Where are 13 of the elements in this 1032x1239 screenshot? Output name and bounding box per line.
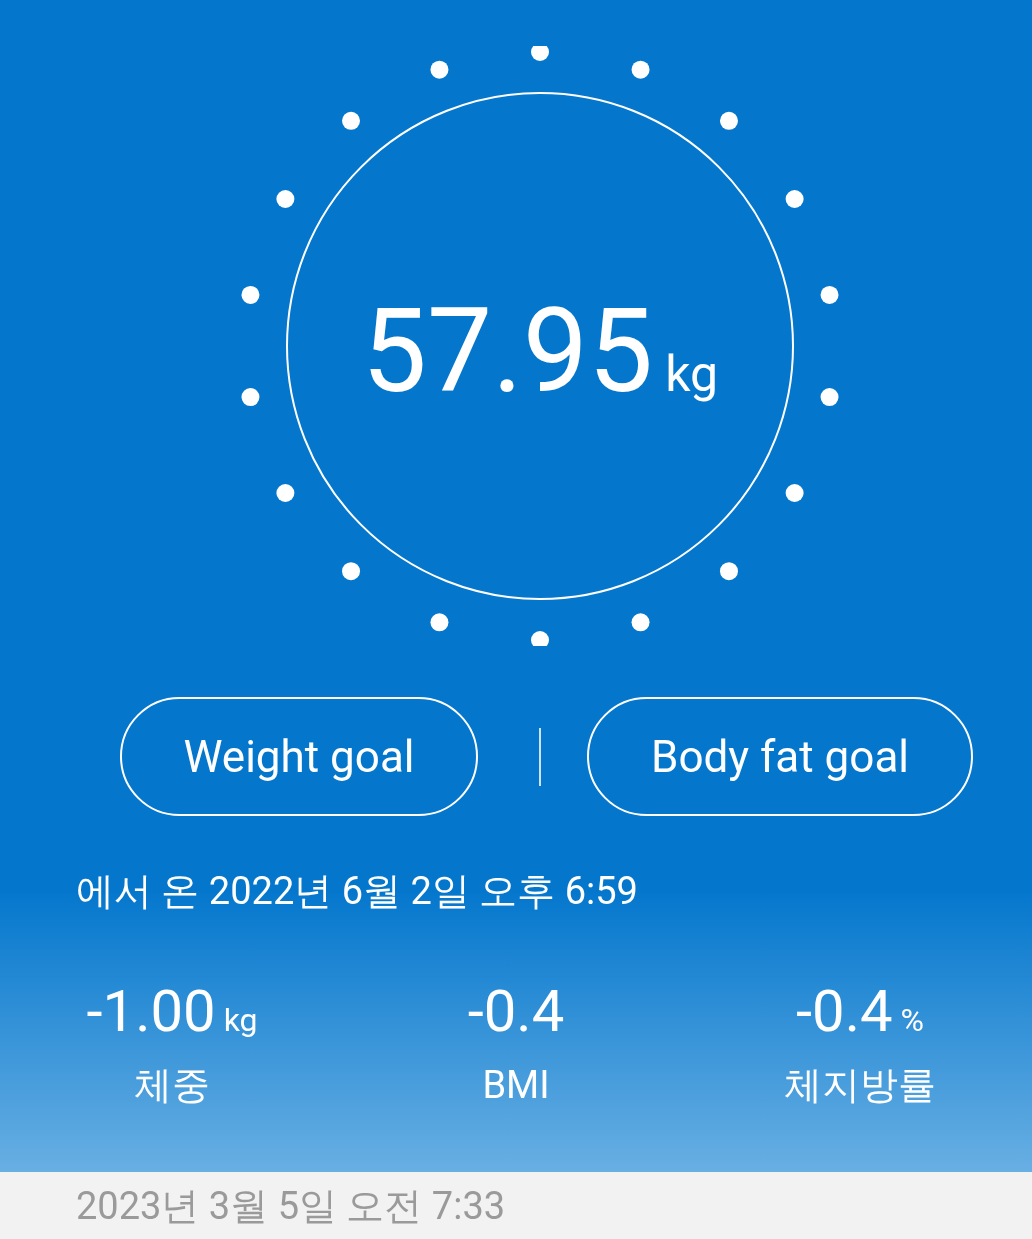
stat-value: -0.4 xyxy=(467,981,565,1040)
weight-goal-button[interactable]: Weight goal xyxy=(120,697,478,816)
stat-value: -0.4 xyxy=(796,981,893,1040)
stat-unit: % xyxy=(900,1003,924,1036)
stat-label: 체지방률 xyxy=(784,1061,936,1109)
body-fat-goal-button[interactable]: Body fat goal xyxy=(587,697,973,816)
measurement-source-time: 에서 온 2022년 6월 2일 오후 6:59 xyxy=(76,868,639,915)
weight-value: 57.95 xyxy=(361,293,654,409)
stat-unit: kg xyxy=(223,1003,258,1036)
stat-label: BMI xyxy=(482,1061,550,1109)
section-header-date: 2023년 3월 5일 오전 7:33 xyxy=(76,1186,506,1225)
stat-label: 체중 xyxy=(134,1061,210,1109)
stat-value: -1.00 xyxy=(86,981,216,1040)
